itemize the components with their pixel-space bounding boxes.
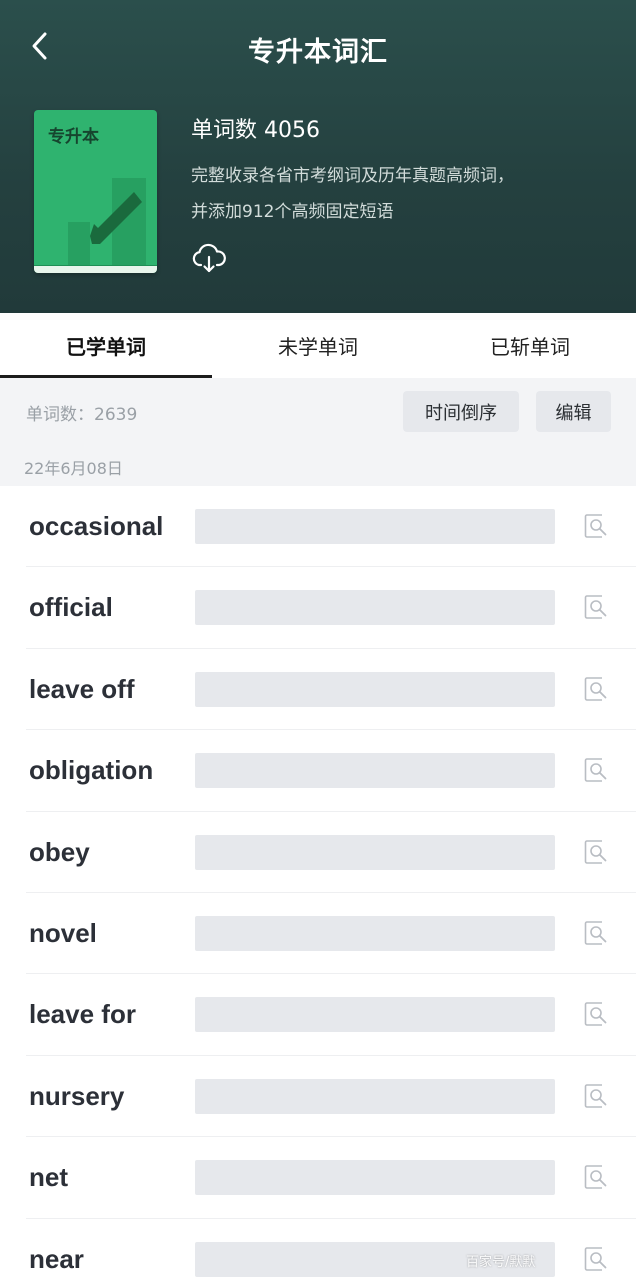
word-text: net — [29, 1162, 68, 1193]
lookup-icon[interactable] — [584, 676, 608, 702]
meaning-mask[interactable] — [195, 997, 555, 1033]
lookup-icon[interactable] — [584, 513, 608, 539]
date-group-label: 22年6月08日 — [24, 459, 123, 478]
word-text: near — [29, 1243, 84, 1274]
lookup-icon[interactable] — [584, 1246, 608, 1272]
tab-unlearned[interactable]: 未学单词 — [212, 313, 424, 378]
book-cover-strip — [34, 265, 157, 273]
edit-button[interactable]: 编辑 — [536, 391, 611, 432]
book-description-line2: 并添加912个高频固定短语 — [191, 202, 394, 222]
list-item[interactable]: leave off — [26, 649, 636, 731]
word-text: obligation — [29, 755, 154, 786]
book-description-line1: 完整收录各省市考纲词及历年真题高频词， — [191, 166, 514, 186]
list-item[interactable]: obligation — [26, 730, 636, 812]
list-item[interactable]: obey — [26, 812, 636, 893]
book-info: 单词数 4056 完整收录各省市考纲词及历年真题高频词， 并添加912个高频固定… — [191, 112, 611, 230]
word-list: occasional official leave off obligation… — [0, 486, 636, 1280]
download-button[interactable] — [191, 242, 227, 274]
meaning-mask[interactable] — [195, 671, 555, 707]
book-header: 专升本词汇 专升本 单词数 4056 完整收录各省市考纲词及历年真题高频词， 并… — [0, 0, 636, 313]
meaning-mask[interactable] — [195, 1078, 555, 1114]
meaning-mask[interactable] — [195, 834, 555, 870]
meaning-mask[interactable] — [195, 1160, 555, 1196]
list-item[interactable]: nursery — [26, 1056, 636, 1138]
lookup-icon[interactable] — [584, 1083, 608, 1109]
lookup-icon[interactable] — [584, 594, 608, 620]
lookup-icon[interactable] — [584, 757, 608, 783]
word-text: obey — [29, 836, 90, 867]
sort-time-desc-button[interactable]: 时间倒序 — [403, 391, 519, 432]
word-text: occasional — [29, 511, 164, 541]
book-word-count: 单词数 4056 — [191, 118, 320, 143]
meaning-mask[interactable] — [195, 915, 555, 951]
watermark: 百家号/默默 — [466, 1255, 536, 1270]
list-item[interactable]: novel — [26, 893, 636, 975]
lookup-icon[interactable] — [584, 1001, 608, 1027]
lookup-icon[interactable] — [584, 839, 608, 865]
meaning-mask[interactable] — [195, 590, 555, 626]
book-cover-art — [68, 178, 146, 265]
page-title: 专升本词汇 — [248, 37, 388, 68]
word-text: leave off — [29, 673, 135, 704]
lookup-icon[interactable] — [584, 920, 608, 946]
lookup-icon[interactable] — [584, 1164, 608, 1190]
list-item[interactable]: leave for — [26, 974, 636, 1056]
meaning-mask[interactable] — [195, 509, 555, 544]
list-item[interactable]: official — [26, 567, 636, 649]
tab-learned[interactable]: 已学单词 — [0, 313, 212, 378]
word-text: leave for — [29, 999, 136, 1030]
list-item[interactable]: net — [26, 1137, 636, 1219]
list-item[interactable]: occasional — [26, 486, 636, 568]
list-toolbar: 单词数：2639 时间倒序 编辑 22年6月08日 — [0, 378, 636, 486]
list-item[interactable]: near — [26, 1219, 636, 1280]
book-description: 完整收录各省市考纲词及历年真题高频词， 并添加912个高频固定短语 — [191, 158, 611, 230]
book-cover: 专升本 — [34, 110, 157, 273]
word-text: nursery — [29, 1080, 125, 1111]
tab-mastered[interactable]: 已斩单词 — [424, 313, 636, 378]
word-tabs: 已学单词 未学单词 已斩单词 — [0, 313, 636, 378]
word-text: official — [29, 592, 113, 623]
meaning-mask[interactable] — [195, 753, 555, 789]
cloud-download-icon — [192, 243, 226, 273]
learned-count: 单词数：2639 — [26, 405, 138, 425]
word-text: novel — [29, 917, 97, 948]
